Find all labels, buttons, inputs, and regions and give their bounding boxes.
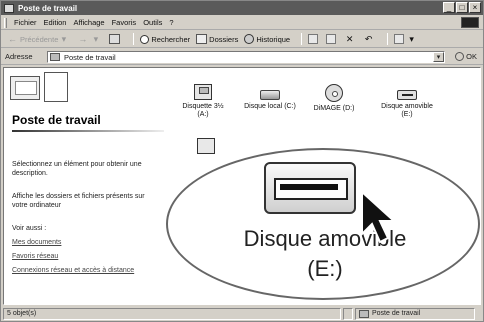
standard-toolbar: ← Précédente ▾ → ▾ Rechercher Dossiers H… — [1, 31, 483, 48]
history-label: Historique — [256, 34, 291, 44]
toolbar-grip[interactable] — [4, 17, 7, 28]
control-panel-icon — [197, 138, 215, 154]
computer-icon — [359, 309, 369, 318]
copy-to-icon — [326, 34, 337, 44]
address-dropdown-button[interactable]: ▾ — [433, 52, 444, 62]
status-zone: Poste de travail — [355, 307, 475, 320]
drive-label: DiMAGE (D:) — [313, 105, 355, 112]
toolbar-separator — [296, 33, 303, 45]
link-connexions-reseau[interactable]: Connexions réseau et accès à distance — [12, 266, 162, 275]
search-button[interactable]: Rechercher — [140, 34, 191, 44]
folders-icon — [196, 34, 208, 44]
address-bar: Adresse Poste de travail ▾ OK — [1, 49, 483, 65]
toolbar-separator — [128, 33, 135, 45]
status-bar: 5 objet(s) Poste de travail — [1, 306, 483, 321]
close-button[interactable]: × — [469, 2, 481, 13]
dropdown-icon: ▾ — [409, 34, 414, 44]
status-spacer — [343, 307, 353, 320]
explorer-window: Poste de travail _ □ × Fichier Edition A… — [0, 0, 484, 322]
back-label: Précédente — [20, 34, 59, 44]
views-icon — [394, 34, 405, 44]
removable-disk-icon — [397, 90, 417, 100]
control-panel-item[interactable] — [194, 138, 218, 157]
computer-icon — [10, 76, 40, 100]
menu-affichage[interactable]: Affichage — [73, 18, 104, 27]
drive-sub-label: (E:) — [401, 111, 413, 118]
drive-local-c[interactable]: Disque local (C:) — [236, 84, 304, 111]
go-label: OK — [466, 52, 477, 61]
mouse-cursor-icon — [361, 190, 397, 244]
status-object-count: 5 objet(s) — [3, 307, 341, 320]
hard-disk-icon — [260, 90, 280, 100]
menu-edition[interactable]: Edition — [44, 18, 67, 27]
drive-sub-label: (A:) — [197, 111, 209, 118]
history-icon — [244, 34, 255, 44]
windows-logo-icon — [461, 17, 479, 28]
maximize-button[interactable]: □ — [456, 2, 468, 13]
drive-removable-e[interactable]: Disque amovible (E:) — [374, 84, 440, 119]
menu-outils[interactable]: Outils — [143, 18, 162, 27]
drive-label: Disque local (C:) — [244, 103, 296, 110]
window-title: Poste de travail — [18, 3, 78, 13]
cd-drive-icon — [325, 84, 343, 102]
floppy-drive-icon — [194, 84, 212, 100]
forward-arrow-icon: → — [78, 34, 88, 44]
views-button[interactable]: ▾ — [394, 34, 419, 44]
menu-favoris[interactable]: Favoris — [112, 18, 137, 27]
go-button[interactable]: OK — [455, 52, 477, 61]
menu-bar: Fichier Edition Affichage Favoris Outils… — [1, 16, 483, 30]
drive-label: Disquette 3½ — [182, 103, 224, 110]
link-favoris-reseau[interactable]: Favoris réseau — [12, 252, 162, 261]
computer-icon — [50, 53, 60, 61]
folders-label: Dossiers — [209, 34, 239, 44]
folder-view: Poste de travail Sélectionnez un élément… — [3, 67, 481, 305]
zoom-label-drive: (E:) — [307, 256, 343, 281]
folder-up-icon — [109, 34, 121, 44]
forward-button[interactable]: → ▾ — [77, 34, 103, 44]
go-icon — [455, 52, 465, 61]
search-label: Rechercher — [151, 34, 191, 44]
sidebar-info: Affiche les dossiers et fichiers présent… — [12, 193, 145, 209]
window-controls: _ □ × — [443, 2, 481, 13]
delete-button[interactable]: ✕ — [344, 34, 357, 44]
sidebar-title: Poste de travail — [12, 113, 101, 127]
zoom-label-name: Disque amovible — [243, 226, 407, 251]
menu-fichier[interactable]: Fichier — [14, 18, 37, 27]
move-to-button[interactable] — [308, 34, 320, 44]
zoom-callout: Disque amovible (E:) — [166, 148, 480, 300]
move-to-icon — [308, 34, 319, 44]
folders-button[interactable]: Dossiers — [196, 34, 238, 44]
drive-label: Disque amovible — [381, 103, 433, 110]
undo-button[interactable]: ↶ — [363, 34, 376, 44]
document-icon — [44, 72, 68, 102]
status-location: Poste de travail — [372, 309, 421, 317]
drive-floppy-a[interactable]: Disquette 3½ (A:) — [174, 84, 232, 119]
sidebar-divider — [12, 130, 164, 132]
search-icon — [140, 34, 150, 44]
history-button[interactable]: Historique — [244, 34, 290, 44]
removable-disk-icon — [264, 162, 356, 214]
address-value: Poste de travail — [64, 52, 116, 62]
copy-to-button[interactable] — [326, 34, 338, 44]
address-label: Adresse — [5, 52, 33, 61]
title-bar[interactable]: Poste de travail _ □ × — [1, 1, 483, 15]
undo-icon: ↶ — [364, 34, 373, 44]
sidebar-description: Sélectionnez un élément pour obtenir une… — [12, 161, 142, 177]
toolbar-separator — [382, 33, 389, 45]
menu-help[interactable]: ? — [169, 18, 173, 27]
dropdown-icon: ▾ — [93, 34, 99, 44]
dropdown-icon: ▾ — [61, 34, 67, 44]
minimize-button[interactable]: _ — [443, 2, 455, 13]
link-mes-documents[interactable]: Mes documents — [12, 238, 162, 247]
computer-icon — [4, 3, 14, 13]
back-arrow-icon: ← — [8, 34, 17, 44]
address-input[interactable]: Poste de travail ▾ — [47, 51, 445, 63]
back-button[interactable]: ← Précédente ▾ — [7, 34, 71, 44]
delete-icon: ✕ — [345, 34, 354, 44]
see-also-label: Voir aussi : — [12, 225, 47, 232]
drive-dimage-d[interactable]: DiMAGE (D:) — [308, 84, 360, 113]
up-button[interactable] — [109, 34, 122, 44]
